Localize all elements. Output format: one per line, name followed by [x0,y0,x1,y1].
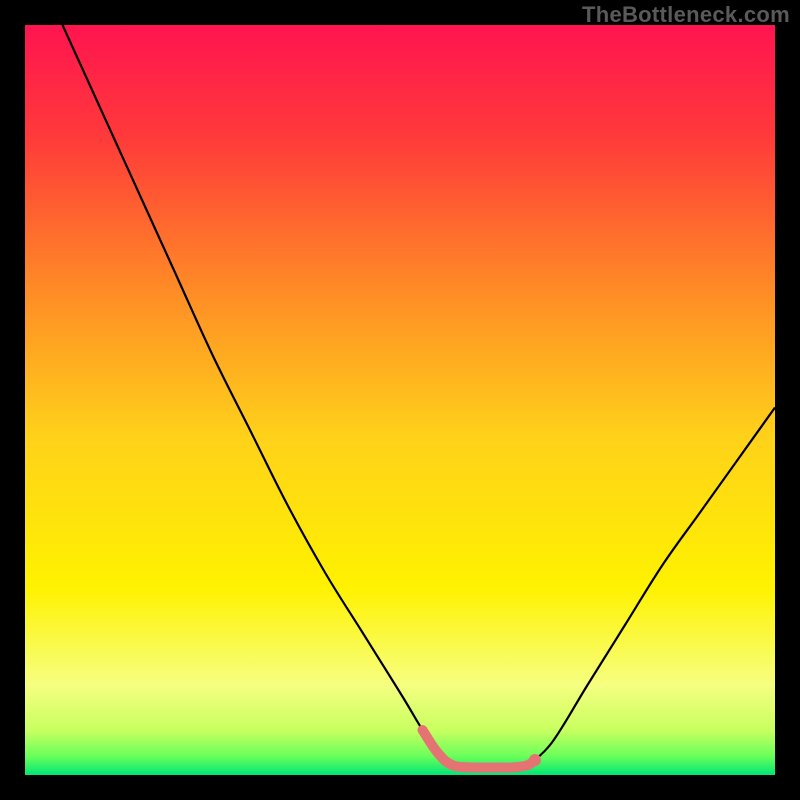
watermark-text: TheBottleneck.com [582,2,790,28]
optimal-range-end-dot [529,754,541,766]
bottleneck-plot [0,0,800,800]
chart-frame: TheBottleneck.com [0,0,800,800]
plot-background-gradient [25,25,775,775]
